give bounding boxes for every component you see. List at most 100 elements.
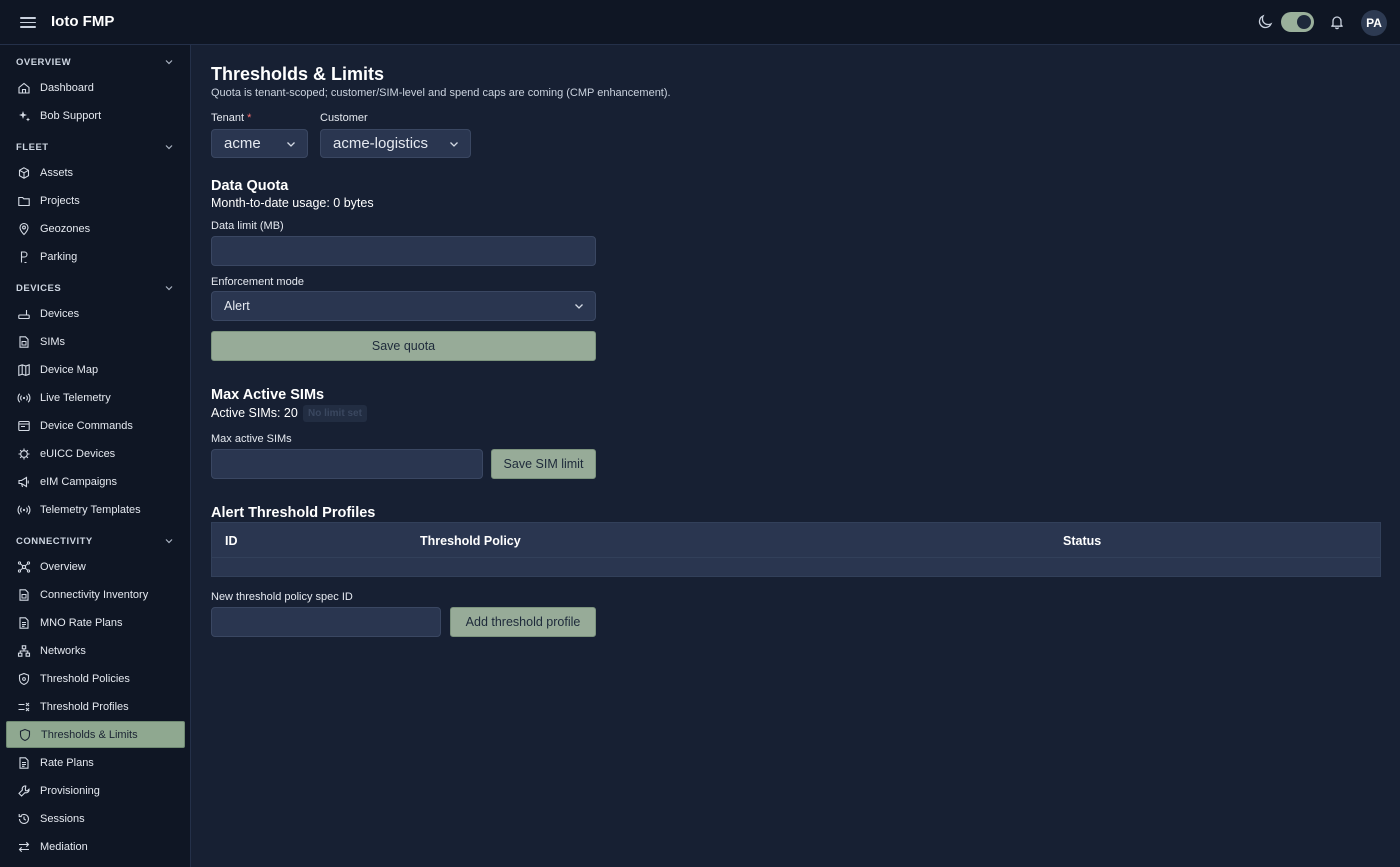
- sidebar-item-device-map[interactable]: Device Map: [6, 356, 185, 383]
- sidebar-item-mno-rate-plans[interactable]: MNO Rate Plans: [6, 609, 185, 636]
- sidebar-item-label: Live Telemetry: [40, 391, 111, 404]
- sidebar-item-label: Networks: [40, 644, 86, 657]
- section-label: DEVICES: [16, 282, 62, 294]
- theme-toggle[interactable]: [1281, 12, 1314, 32]
- history-icon: [18, 813, 30, 824]
- sim-icon: [19, 588, 29, 601]
- sidebar-item-sims[interactable]: SIMs: [6, 328, 185, 355]
- chevron-down-icon: [450, 141, 458, 147]
- hierarchy-icon: [17, 644, 31, 657]
- toggle-knob: [1297, 15, 1311, 29]
- customer-value: acme-logistics: [333, 135, 429, 152]
- column-header: Threshold Policy: [420, 534, 521, 548]
- sidebar-item-overview[interactable]: Overview: [6, 553, 185, 580]
- column-header: ID: [225, 534, 238, 548]
- sidebar-item-label: Connectivity Inventory: [40, 588, 149, 601]
- top-bar: Ioto FMP PA: [0, 0, 1400, 45]
- megaphone-icon: [18, 476, 29, 487]
- enforcement-mode-select[interactable]: Alert: [211, 291, 596, 321]
- home-icon: [18, 82, 30, 94]
- add-threshold-profile-button[interactable]: Add threshold profile: [450, 607, 596, 637]
- sidebar-item-threshold-profiles[interactable]: Threshold Profiles: [6, 693, 185, 720]
- sidebar-item-assets[interactable]: Assets: [6, 159, 185, 186]
- sidebar-item-thresholds-limits[interactable]: Thresholds & Limits: [6, 721, 185, 748]
- sidebar-item-label: SIMs: [40, 335, 66, 348]
- sidebar-item-sessions[interactable]: Sessions: [6, 805, 185, 832]
- network-icon: [17, 560, 31, 573]
- save-quota-button[interactable]: Save quota: [211, 331, 596, 361]
- app-title: Ioto FMP: [51, 13, 115, 30]
- box-icon: [18, 166, 30, 179]
- router-icon: [18, 309, 30, 319]
- moon-icon: [1258, 14, 1273, 29]
- active-sims-text: Active SIMs: 20: [211, 406, 298, 420]
- chevron-down-icon: [575, 304, 583, 309]
- data-quota-title: Data Quota: [211, 178, 289, 194]
- parking-icon: [20, 250, 28, 263]
- main-content: Thresholds & Limits Quota is tenant-scop…: [211, 60, 1381, 860]
- sidebar-item-label: Dashboard: [40, 81, 94, 94]
- sidebar-section-fleet[interactable]: FLEET: [16, 140, 174, 154]
- sidebar-section-devices[interactable]: DEVICES: [16, 281, 174, 295]
- sidebar-item-label: Sessions: [40, 812, 85, 825]
- sim-icon: [19, 335, 29, 348]
- sidebar-item-devices[interactable]: Devices: [6, 300, 185, 327]
- sparkle-icon: [19, 110, 30, 121]
- wrench-icon: [18, 784, 30, 797]
- sidebar-item-threshold-policies[interactable]: Threshold Policies: [6, 665, 185, 692]
- sidebar-item-device-commands[interactable]: Device Commands: [6, 412, 185, 439]
- tenant-label-text: Tenant: [211, 112, 245, 124]
- new-profile-label: New threshold policy spec ID: [211, 591, 353, 603]
- menu-icon[interactable]: [20, 14, 36, 30]
- document-icon: [19, 756, 29, 769]
- signal-icon: [17, 392, 31, 403]
- sidebar-item-label: Projects: [40, 194, 80, 207]
- chevron-down-icon: [165, 539, 173, 544]
- sidebar-item-telemetry-templates[interactable]: Telemetry Templates: [6, 496, 185, 523]
- sidebar-item-live-telemetry[interactable]: Live Telemetry: [6, 384, 185, 411]
- data-limit-input[interactable]: [211, 236, 596, 266]
- page-title: Thresholds & Limits: [211, 64, 385, 84]
- sidebar-item-label: Threshold Profiles: [40, 700, 129, 713]
- sidebar-item-label: Geozones: [40, 222, 91, 235]
- sidebar-section-connectivity[interactable]: CONNECTIVITY: [16, 534, 174, 548]
- sidebar-item-rate-plans[interactable]: Rate Plans: [6, 749, 185, 776]
- avatar[interactable]: PA: [1361, 10, 1387, 36]
- chip-icon: [18, 448, 30, 459]
- bell-icon[interactable]: [1329, 14, 1345, 30]
- tenant-select[interactable]: acme: [211, 129, 308, 158]
- sidebar-item-bob-support[interactable]: Bob Support: [6, 102, 185, 129]
- sidebar-item-projects[interactable]: Projects: [6, 187, 185, 214]
- sidebar-item-label: Assets: [40, 166, 74, 179]
- sidebar-item-networks[interactable]: Networks: [6, 637, 185, 664]
- sidebar-item-label: Parking: [40, 250, 78, 263]
- terminal-icon: [18, 420, 30, 431]
- customer-select[interactable]: acme-logistics: [320, 129, 471, 158]
- save-sim-limit-button[interactable]: Save SIM limit: [491, 449, 596, 479]
- shield-gear-icon: [18, 672, 30, 685]
- sidebar-item-mediation[interactable]: Mediation: [6, 833, 185, 860]
- sidebar-item-label: Overview: [40, 560, 86, 573]
- max-sims-input[interactable]: [211, 449, 483, 479]
- usage-text: Month-to-date usage: 0 bytes: [211, 196, 374, 210]
- sidebar-item-provisioning[interactable]: Provisioning: [6, 777, 185, 804]
- status-badge: No limit set: [303, 405, 367, 422]
- sidebar-section-overview[interactable]: OVERVIEW: [16, 55, 174, 69]
- sidebar-item-euicc-devices[interactable]: eUICC Devices: [6, 440, 185, 467]
- tenant-value: acme: [224, 135, 261, 152]
- chevron-down-icon: [165, 145, 173, 150]
- new-profile-input[interactable]: [211, 607, 441, 637]
- profiles-table-header: ID Threshold Policy Status: [211, 522, 1381, 558]
- chevron-down-icon: [287, 141, 295, 147]
- sidebar-item-eim-campaigns[interactable]: eIM Campaigns: [6, 468, 185, 495]
- sidebar-item-connectivity-inventory[interactable]: Connectivity Inventory: [6, 581, 185, 608]
- list-check-icon: [18, 702, 30, 711]
- sidebar-item-parking[interactable]: Parking: [6, 243, 185, 270]
- sidebar-item-label: eUICC Devices: [40, 447, 116, 460]
- enforcement-mode-value: Alert: [224, 299, 250, 313]
- sidebar-item-label: eIM Campaigns: [40, 475, 118, 488]
- sidebar-item-dashboard[interactable]: Dashboard: [6, 74, 185, 101]
- max-sims-label: Max active SIMs: [211, 433, 292, 445]
- sidebar-item-label: Device Commands: [40, 419, 133, 432]
- sidebar-item-geozones[interactable]: Geozones: [6, 215, 185, 242]
